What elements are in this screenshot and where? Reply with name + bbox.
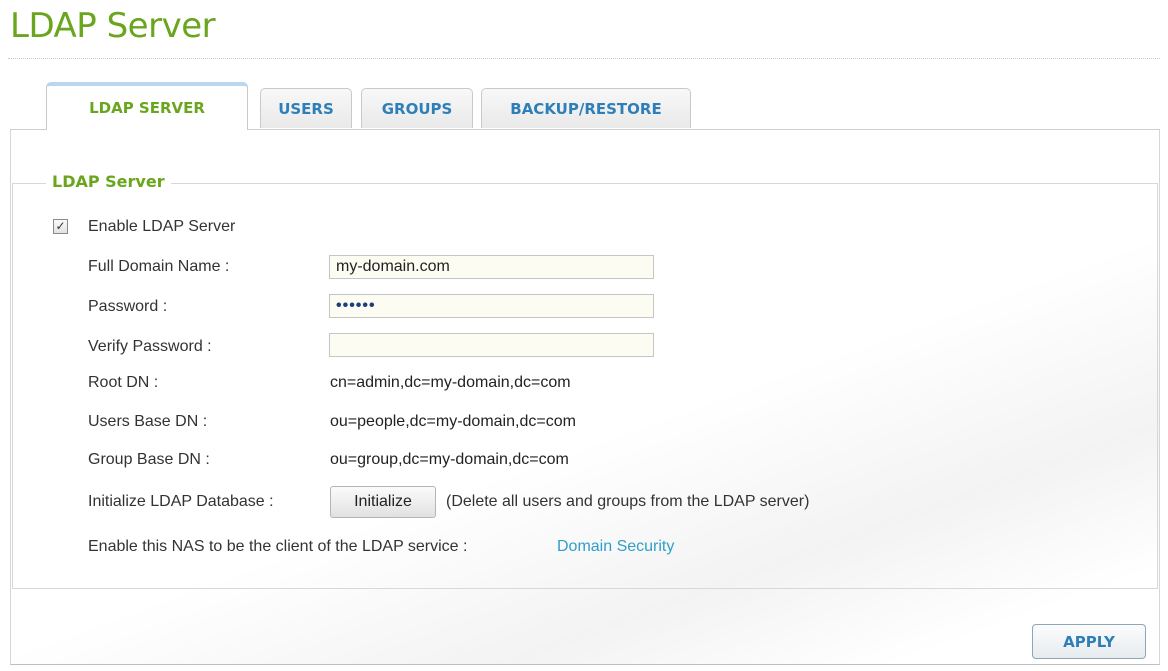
users-base-dn-label: Users Base DN :	[88, 413, 208, 430]
password-input[interactable]	[329, 294, 654, 318]
tab-backup-restore[interactable]: BACKUP/RESTORE	[481, 88, 691, 128]
full-domain-name-input[interactable]	[329, 255, 654, 279]
verify-password-label: Verify Password :	[88, 338, 212, 355]
initialize-button[interactable]: Initialize	[330, 486, 436, 518]
domain-security-link[interactable]: Domain Security	[557, 538, 674, 556]
enable-ldap-checkbox[interactable]: ✓	[53, 219, 68, 234]
group-base-dn-label: Group Base DN :	[88, 451, 210, 468]
verify-password-input[interactable]	[329, 333, 654, 357]
tab-groups[interactable]: GROUPS	[361, 88, 473, 128]
section-legend: LDAP Server	[46, 172, 171, 191]
users-base-dn-value: ou=people,dc=my-domain,dc=com	[330, 413, 576, 430]
initialize-label: Initialize LDAP Database :	[88, 493, 274, 510]
tab-ldap-server[interactable]: LDAP SERVER	[46, 82, 248, 130]
client-text: Enable this NAS to be the client of the …	[88, 538, 468, 555]
root-dn-label: Root DN :	[88, 374, 159, 391]
password-label: Password :	[88, 298, 168, 315]
group-base-dn-value: ou=group,dc=my-domain,dc=com	[330, 451, 569, 468]
initialize-note: (Delete all users and groups from the LD…	[446, 493, 810, 510]
tab-users[interactable]: USERS	[260, 88, 352, 128]
root-dn-value: cn=admin,dc=my-domain,dc=com	[330, 374, 571, 391]
enable-ldap-label: Enable LDAP Server	[88, 218, 236, 235]
apply-button[interactable]: APPLY	[1032, 624, 1146, 659]
ldap-server-fieldset	[12, 183, 1158, 589]
page-title: LDAP Server	[10, 6, 216, 46]
title-divider	[8, 58, 1160, 59]
full-domain-name-label: Full Domain Name :	[88, 258, 230, 275]
